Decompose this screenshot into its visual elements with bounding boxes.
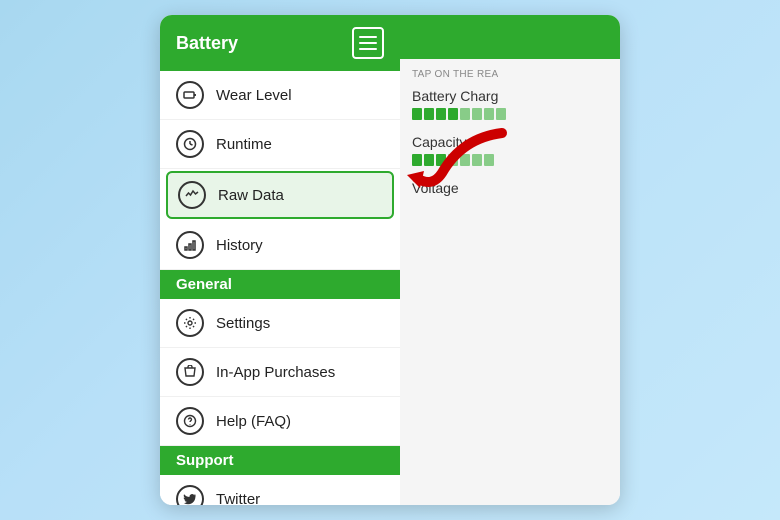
bar bbox=[448, 108, 458, 120]
history-icon bbox=[176, 231, 204, 259]
settings-icon bbox=[176, 309, 204, 337]
sidebar-item-help[interactable]: Help (FAQ) bbox=[160, 397, 400, 446]
bar bbox=[460, 154, 470, 166]
bar bbox=[460, 108, 470, 120]
bar bbox=[448, 154, 458, 166]
bar bbox=[496, 108, 506, 120]
right-header bbox=[400, 15, 620, 59]
menu-line-3 bbox=[359, 48, 377, 50]
sidebar-item-settings[interactable]: Settings bbox=[160, 299, 400, 348]
bar bbox=[424, 154, 434, 166]
bar bbox=[436, 154, 446, 166]
raw-data-icon bbox=[178, 181, 206, 209]
sidebar-item-runtime[interactable]: Runtime bbox=[160, 120, 400, 169]
sidebar-item-in-app-purchases[interactable]: In-App Purchases bbox=[160, 348, 400, 397]
bar bbox=[472, 108, 482, 120]
raw-data-label: Raw Data bbox=[218, 187, 284, 204]
menu-line-1 bbox=[359, 36, 377, 38]
wear-level-label: Wear Level bbox=[216, 87, 292, 104]
battery-charge-label: Battery Charg bbox=[412, 88, 608, 104]
capacity-section: Capacity bbox=[412, 134, 608, 166]
bar bbox=[484, 108, 494, 120]
phone-container: Battery Wear Level bbox=[160, 15, 620, 505]
support-section-header: Support bbox=[160, 446, 400, 475]
tap-label: TAP ON THE REA bbox=[412, 69, 608, 80]
sidebar-header: Battery bbox=[160, 15, 400, 71]
wear-level-icon bbox=[176, 81, 204, 109]
capacity-label: Capacity bbox=[412, 134, 608, 150]
runtime-label: Runtime bbox=[216, 136, 272, 153]
sidebar-item-twitter[interactable]: Twitter bbox=[160, 475, 400, 505]
bar bbox=[472, 154, 482, 166]
sidebar-item-history[interactable]: History bbox=[160, 221, 400, 270]
capacity-bars bbox=[412, 154, 608, 166]
menu-icon-button[interactable] bbox=[352, 27, 384, 59]
battery-charge-bars bbox=[412, 108, 608, 120]
bar bbox=[424, 108, 434, 120]
in-app-purchases-label: In-App Purchases bbox=[216, 364, 335, 381]
app-title: Battery bbox=[176, 33, 238, 54]
twitter-label: Twitter bbox=[216, 491, 260, 506]
sidebar-item-wear-level[interactable]: Wear Level bbox=[160, 71, 400, 120]
history-label: History bbox=[216, 237, 263, 254]
help-icon bbox=[176, 407, 204, 435]
right-panel: TAP ON THE REA Battery Charg Capacity bbox=[400, 15, 620, 505]
help-label: Help (FAQ) bbox=[216, 413, 291, 430]
bar bbox=[484, 154, 494, 166]
runtime-icon bbox=[176, 130, 204, 158]
bar bbox=[436, 108, 446, 120]
general-section-header: General bbox=[160, 270, 400, 299]
settings-label: Settings bbox=[216, 315, 270, 332]
in-app-purchases-icon bbox=[176, 358, 204, 386]
right-content: TAP ON THE REA Battery Charg Capacity bbox=[400, 59, 620, 505]
sidebar: Battery Wear Level bbox=[160, 15, 400, 505]
twitter-icon bbox=[176, 485, 204, 505]
battery-charge-section: Battery Charg bbox=[412, 88, 608, 120]
bar bbox=[412, 154, 422, 166]
voltage-label: Voltage bbox=[412, 180, 608, 196]
menu-line-2 bbox=[359, 42, 377, 44]
voltage-section: Voltage bbox=[412, 180, 608, 196]
sidebar-item-raw-data[interactable]: Raw Data bbox=[166, 171, 394, 219]
bar bbox=[412, 108, 422, 120]
